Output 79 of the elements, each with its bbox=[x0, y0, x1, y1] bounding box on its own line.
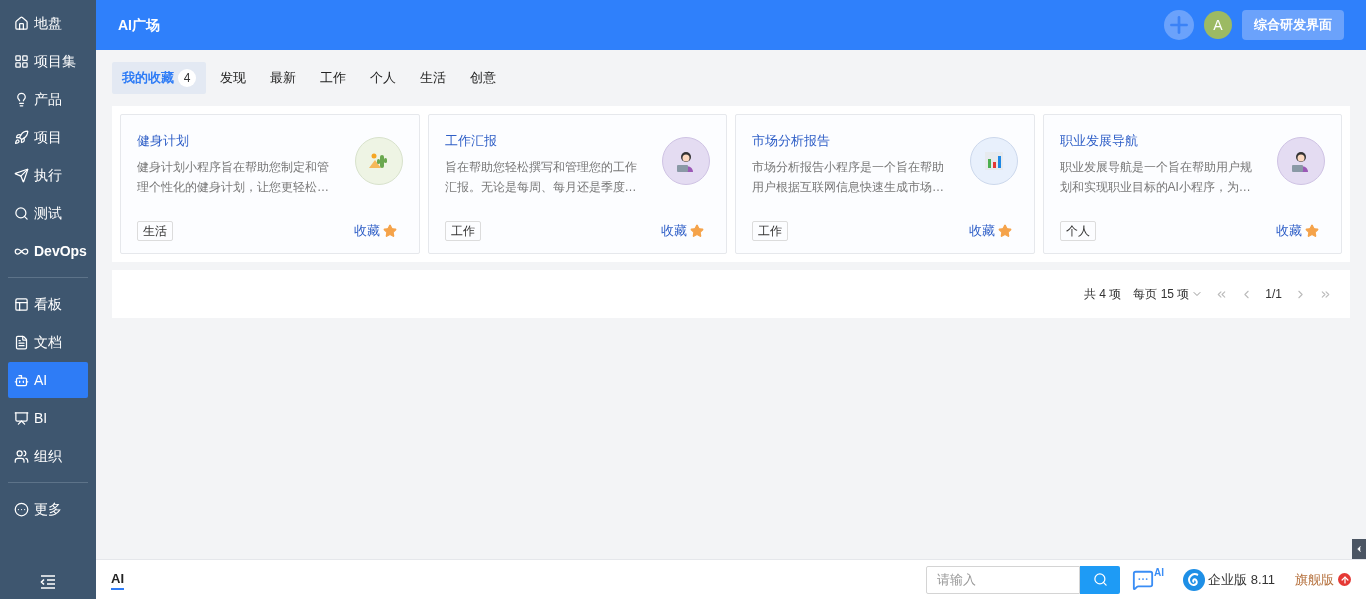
sidebar-item[interactable]: 更多 bbox=[8, 491, 88, 527]
favorite-button[interactable]: 收藏 bbox=[1276, 221, 1319, 241]
person-laptop-icon bbox=[662, 137, 710, 185]
app-card[interactable]: 健身计划 健身计划小程序旨在帮助您制定和管理个性化的健身计划，让您更轻松… 生活 收藏 bbox=[120, 114, 420, 254]
tab[interactable]: 发现 bbox=[210, 62, 256, 94]
grid-icon bbox=[14, 53, 29, 69]
search-button[interactable] bbox=[1080, 565, 1121, 594]
search-icon bbox=[1092, 572, 1108, 587]
edition-label: 企业版 8.11 bbox=[1208, 570, 1275, 589]
search-field[interactable]: 请输入 bbox=[926, 565, 1081, 594]
side-panel-toggle[interactable] bbox=[1352, 539, 1366, 559]
sidebar-item[interactable]: DevOps bbox=[8, 233, 88, 269]
favorite-button[interactable]: 收藏 bbox=[353, 221, 397, 241]
cactus-icon bbox=[354, 137, 403, 185]
sidebar-item[interactable]: 文档 bbox=[8, 324, 88, 360]
logo-icon bbox=[1182, 567, 1207, 592]
page-size-select[interactable]: 每页 15 项 bbox=[1133, 285, 1204, 303]
star-icon bbox=[1305, 224, 1319, 238]
sidebar-item[interactable]: 产品 bbox=[8, 81, 88, 117]
ai-label: AI bbox=[1154, 565, 1165, 580]
page-title: AI广场 bbox=[118, 15, 160, 35]
card-title: 职业发展导航 bbox=[1059, 132, 1139, 150]
search-icon bbox=[14, 205, 29, 221]
upgrade-icon bbox=[1338, 573, 1351, 586]
collapse-menu-icon[interactable] bbox=[40, 575, 56, 589]
favorite-button[interactable]: 收藏 bbox=[968, 221, 1012, 241]
sidebar-item[interactable]: BI bbox=[8, 400, 88, 436]
sidebar-item[interactable]: AI bbox=[8, 362, 88, 398]
caret-icon bbox=[1354, 544, 1364, 554]
total-count: 共 4 项 bbox=[1083, 286, 1122, 303]
star-icon bbox=[382, 224, 397, 238]
sidebar-item[interactable]: 执行 bbox=[8, 157, 88, 193]
sidebar-item[interactable]: 项目 bbox=[8, 119, 88, 155]
tab[interactable]: 创意 bbox=[460, 62, 506, 94]
card-description: 职业发展导航是一个旨在帮助用户规划和实现职业目标的AI小程序，为… bbox=[1059, 159, 1253, 196]
favorite-button[interactable]: 收藏 bbox=[661, 221, 704, 241]
tab[interactable]: 个人 bbox=[360, 62, 406, 94]
lightbulb-icon bbox=[14, 91, 29, 107]
tab[interactable]: 生活 bbox=[410, 62, 456, 94]
star-icon bbox=[997, 224, 1012, 238]
person-laptop-icon bbox=[1277, 137, 1325, 185]
app-card[interactable]: 职业发展导航 职业发展导航是一个旨在帮助用户规划和实现职业目标的AI小程序，为… 个人 收藏 bbox=[1042, 114, 1342, 254]
tab[interactable]: 最新 bbox=[260, 62, 306, 94]
card-description: 旨在帮助您轻松撰写和管理您的工作汇报。无论是每周、每月还是季度… bbox=[444, 159, 638, 196]
rocket-icon bbox=[14, 129, 29, 145]
card-title: 工作汇报 bbox=[444, 132, 498, 150]
category-tag: 个人 bbox=[1059, 221, 1096, 241]
sidebar-item[interactable]: 看板 bbox=[8, 286, 88, 322]
document-icon bbox=[14, 334, 29, 350]
upgrade-link[interactable]: 旗舰版 bbox=[1295, 569, 1351, 590]
send-icon bbox=[14, 167, 29, 183]
sidebar-item[interactable]: 测试 bbox=[8, 195, 88, 231]
sidebar-item[interactable]: 项目集 bbox=[8, 43, 88, 79]
category-tag: 工作 bbox=[752, 221, 788, 241]
footer-tab[interactable]: AI bbox=[111, 569, 124, 590]
bar-chart-icon bbox=[969, 137, 1018, 185]
sidebar-item[interactable]: 地盘 bbox=[8, 5, 88, 41]
card-title: 健身计划 bbox=[137, 132, 190, 150]
page-indicator: 1/1 bbox=[1265, 286, 1282, 303]
count-badge: 4 bbox=[178, 69, 196, 87]
users-icon bbox=[14, 448, 29, 464]
card-description: 市场分析报告小程序是一个旨在帮助用户根据互联网信息快速生成市场… bbox=[752, 159, 945, 196]
sidebar-item[interactable]: 组织 bbox=[8, 438, 88, 474]
board-icon bbox=[14, 296, 29, 312]
category-tag: 生活 bbox=[137, 221, 173, 241]
house-icon bbox=[14, 15, 29, 31]
tab[interactable]: 我的收藏 4 bbox=[112, 62, 206, 94]
tab[interactable]: 工作 bbox=[310, 62, 356, 94]
add-button[interactable] bbox=[1164, 10, 1194, 40]
chat-icon[interactable] bbox=[1132, 568, 1155, 591]
star-icon bbox=[690, 224, 704, 238]
app-card[interactable]: 市场分析报告 市场分析报告小程序是一个旨在帮助用户根据互联网信息快速生成市场… 工作 收藏 bbox=[735, 114, 1035, 254]
category-tag: 工作 bbox=[444, 221, 481, 241]
card-description: 健身计划小程序旨在帮助您制定和管理个性化的健身计划，让您更轻松… bbox=[137, 159, 330, 196]
robot-icon bbox=[14, 372, 29, 388]
more-icon bbox=[14, 501, 29, 517]
presentation-icon bbox=[14, 410, 29, 426]
app-card[interactable]: 工作汇报 旨在帮助您轻松撰写和管理您的工作汇报。无论是每周、每月还是季度… 工作 收藏 bbox=[427, 114, 727, 254]
card-title: 市场分析报告 bbox=[752, 132, 831, 150]
